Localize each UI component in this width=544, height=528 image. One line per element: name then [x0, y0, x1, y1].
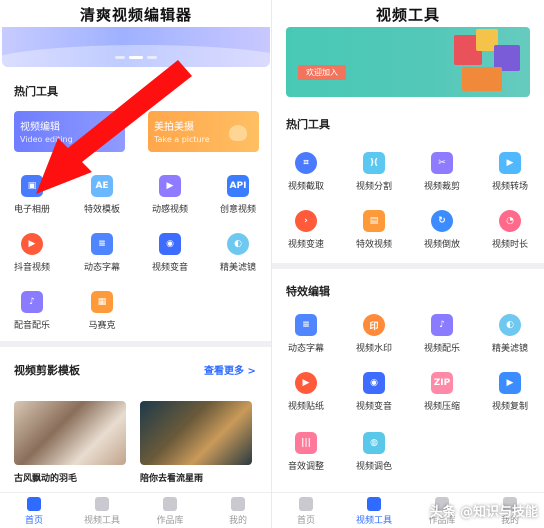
tool-video-copy[interactable]: ▶ 视频复制 [481, 372, 539, 412]
works-icon [163, 497, 177, 511]
template-icon: AE [91, 175, 113, 197]
album-icon: ▣ [21, 175, 43, 197]
watermark-text: 头条 @知识与技能 [429, 505, 538, 520]
filter-icon: ◐ [499, 314, 521, 336]
effect-icon: ▤ [363, 210, 385, 232]
tab-video-tools[interactable]: 视频工具 [340, 493, 408, 528]
video-edit-card[interactable]: 视频编辑 Video editing [14, 111, 125, 152]
voice-change-icon: ◉ [159, 233, 181, 255]
video-tools-screen: 视频工具 欢迎加入 热门工具 ⌗ 视频截取 )( 视频分割 ✂ 视频裁剪 ▶ 视… [272, 0, 544, 528]
tool-douyin-video[interactable]: ▶ 抖音视频 [3, 233, 61, 273]
palette-icon: ◍ [363, 432, 385, 454]
section-divider [0, 341, 272, 347]
banner-pagination [2, 56, 270, 59]
tools-icon [95, 497, 109, 511]
motion-video-icon: ▶ [159, 175, 181, 197]
tool-creative-video[interactable]: API 创意视频 [209, 175, 267, 215]
tool-video-capture[interactable]: ⌗ 视频截取 [277, 152, 335, 192]
tools-icon [367, 497, 381, 511]
crop-icon: ⌗ [295, 152, 317, 174]
tab-mine[interactable]: 我的 [204, 493, 272, 528]
api-icon: API [227, 175, 249, 197]
copy-icon: ▶ [499, 372, 521, 394]
template-thumbnail[interactable] [140, 401, 252, 465]
tool-voice-change[interactable]: ◉ 视频变音 [141, 233, 199, 273]
tool-electronic-album[interactable]: ▣ 电子相册 [3, 175, 61, 215]
templates-title: 视频剪影模板 [14, 364, 80, 377]
music-icon: ♪ [21, 291, 43, 313]
scissors-icon: ✂ [431, 152, 453, 174]
tab-home[interactable]: 首页 [0, 493, 68, 528]
subtitle-icon: ≡ [295, 314, 317, 336]
tool-filter[interactable]: ◐ 精美滤镜 [481, 314, 539, 354]
tab-video-tools[interactable]: 视频工具 [68, 493, 136, 528]
tool-video-reverse[interactable]: ↻ 视频倒放 [413, 210, 471, 250]
screen-title: 视频工具 [375, 6, 440, 24]
tool-video-split[interactable]: )( 视频分割 [345, 152, 403, 192]
speed-icon: › [295, 210, 317, 232]
mosaic-icon: ▦ [91, 291, 113, 313]
tool-mosaic[interactable]: ▦ 马赛克 [73, 291, 131, 331]
tool-filter[interactable]: ◐ 精美滤镜 [209, 233, 267, 273]
hot-tools-title: 热门工具 [286, 118, 330, 131]
reverse-icon: ↻ [431, 210, 453, 232]
home-banner[interactable] [2, 27, 270, 67]
tool-video-watermark[interactable]: 印 视频水印 [345, 314, 403, 354]
split-icon: )( [363, 152, 385, 174]
voice-change-icon: ◉ [363, 372, 385, 394]
music-icon: ♪ [431, 314, 453, 336]
section-divider [272, 263, 544, 269]
app-title: 清爽视频编辑器 [79, 6, 192, 24]
template-caption: 陪你去看流星雨 [140, 474, 204, 484]
heart-icon [229, 125, 247, 141]
tool-video-compress[interactable]: ZIP 视频压缩 [413, 372, 471, 412]
tool-video-music[interactable]: ♪ 视频配乐 [413, 314, 471, 354]
effect-edit-title: 特效编辑 [286, 285, 330, 298]
tool-video-sticker[interactable]: ▶ 视频贴纸 [277, 372, 335, 412]
video-edit-subtitle: Video editing [20, 135, 73, 144]
subtitle-icon: ≡ [91, 233, 113, 255]
tool-effect-template[interactable]: AE 特效模板 [73, 175, 131, 215]
video-edit-title: 视频编辑 [20, 122, 60, 133]
tool-video-crop[interactable]: ✂ 视频裁剪 [413, 152, 471, 192]
tool-video-transition[interactable]: ▶ 视频转场 [481, 152, 539, 192]
bottom-tab-bar: 首页 视频工具 作品库 我的 [0, 492, 272, 528]
play-icon: ▶ [21, 233, 43, 255]
template-thumbnail[interactable] [14, 401, 126, 465]
tool-voice-change[interactable]: ◉ 视频变音 [345, 372, 403, 412]
home-screen: 清爽视频编辑器 热门工具 视频编辑 Video editing 美拍美摄 Tak… [0, 0, 272, 528]
tool-dynamic-subtitle[interactable]: ≡ 动态字幕 [277, 314, 335, 354]
filter-icon: ◐ [227, 233, 249, 255]
tool-effect-video[interactable]: ▤ 特效视频 [345, 210, 403, 250]
tool-video-duration[interactable]: ◔ 视频时长 [481, 210, 539, 250]
hot-tools-title: 热门工具 [14, 85, 58, 98]
watermark-icon: 印 [363, 314, 385, 336]
tool-video-speed[interactable]: › 视频变速 [277, 210, 335, 250]
tool-audio-adjust[interactable]: ||| 音效调整 [277, 432, 335, 472]
see-more-link[interactable]: 查看更多 > [204, 362, 256, 377]
home-icon [299, 497, 313, 511]
tool-motion-video[interactable]: ▶ 动感视频 [141, 175, 199, 215]
tab-home[interactable]: 首页 [272, 493, 340, 528]
take-picture-card[interactable]: 美拍美摄 Take a picture [148, 111, 259, 152]
promo-banner[interactable]: 欢迎加入 [286, 27, 530, 97]
join-button[interactable]: 欢迎加入 [298, 65, 346, 80]
equalizer-icon: ||| [295, 432, 317, 454]
user-icon [231, 497, 245, 511]
clock-icon: ◔ [499, 210, 521, 232]
template-caption: 古风飘动的羽毛 [14, 474, 78, 484]
zip-icon: ZIP [431, 372, 453, 394]
transition-icon: ▶ [499, 152, 521, 174]
tab-works[interactable]: 作品库 [136, 493, 204, 528]
tool-dubbing-music[interactable]: ♪ 配音配乐 [3, 291, 61, 331]
tool-video-color[interactable]: ◍ 视频调色 [345, 432, 403, 472]
tool-dynamic-subtitle[interactable]: ≡ 动态字幕 [73, 233, 131, 273]
sticker-icon: ▶ [295, 372, 317, 394]
home-icon [27, 497, 41, 511]
